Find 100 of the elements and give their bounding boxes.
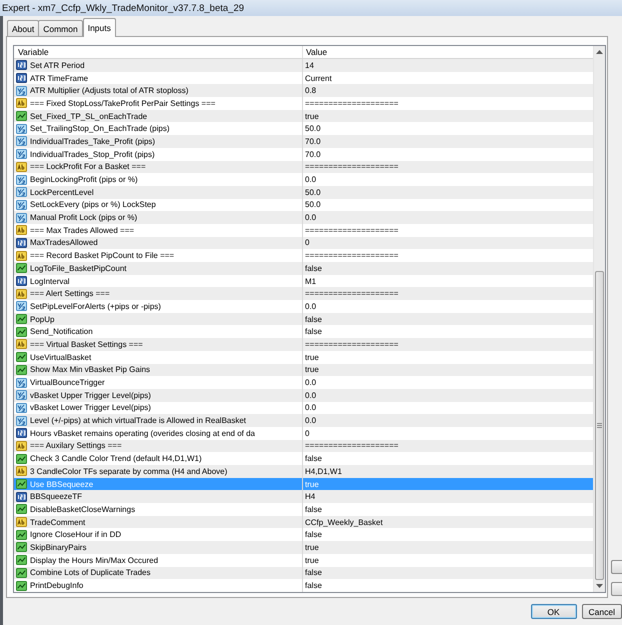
table-row[interactable]: Combine Lots of Duplicate Trades false xyxy=(14,566,593,580)
table-row[interactable]: Set ATR Period 14 xyxy=(14,59,593,72)
table-row[interactable]: === Alert Settings === ==================== xyxy=(14,287,593,300)
variable-label: ATR TimeFrame xyxy=(30,74,88,83)
window-title: Expert - xm7_Ccfp_Wkly_TradeMonitor_v37.7.8_beta_29 xyxy=(2,2,244,14)
variable-label: SetPipLevelForAlerts (+pips or -pips) xyxy=(30,302,161,311)
side-button[interactable] xyxy=(611,560,622,574)
variable-label: === Record Basket PipCount to File === xyxy=(30,251,174,260)
value-text: true xyxy=(305,480,319,489)
variable-label: Use BBSequeeze xyxy=(30,480,94,489)
table-row[interactable]: PopUp false xyxy=(14,312,593,326)
table-row[interactable]: === Auxilary Settings === ==================== xyxy=(14,440,593,452)
value-text: false xyxy=(305,454,322,464)
table-row[interactable]: === LockProfit For a Basket === ==================== xyxy=(14,160,593,174)
table-row[interactable]: SkipBinaryPairs true xyxy=(14,541,593,554)
tab[interactable]: Inputs xyxy=(82,18,116,37)
table-row[interactable]: LogInterval M1 xyxy=(14,274,593,288)
variable-label: LockPercentLevel xyxy=(30,188,94,197)
dialog-button[interactable]: OK xyxy=(530,604,577,619)
variable-label: Display the Hours Min/Max Occured xyxy=(30,556,158,565)
table-row[interactable]: ATR TimeFrame Current xyxy=(14,72,593,84)
dialog-button[interactable]: Cancel xyxy=(582,604,622,619)
variable-label: LogToFile_BasketPipCount xyxy=(30,264,127,273)
side-button[interactable] xyxy=(611,582,622,596)
variable-label: === Max Trades Allowed === xyxy=(30,226,134,235)
number-tile-icon xyxy=(16,492,27,502)
fraction-tile-icon xyxy=(16,390,27,400)
column-header: Variable xyxy=(18,47,49,57)
caret-up-icon xyxy=(596,50,603,54)
value-text: 0 xyxy=(305,428,310,438)
value-text: M1 xyxy=(305,276,316,286)
variable-label: === Virtual Basket Settings === xyxy=(30,340,143,349)
tab[interactable]: About xyxy=(7,20,40,36)
chart-tile-icon xyxy=(16,479,27,490)
table-row[interactable]: TradeComment CCfp_Weekly_Basket xyxy=(14,516,593,528)
value-text: 50.0 xyxy=(305,200,321,210)
value-text: ==================== xyxy=(305,340,398,349)
table-row[interactable]: === Virtual Basket Settings === ==================== xyxy=(14,338,593,351)
chart-tile-icon xyxy=(16,568,27,578)
table-row[interactable]: Set_Fixed_TP_SL_onEachTrade true xyxy=(14,110,593,122)
variable-label: === Fixed StopLoss/TakeProfit PerPair Settings === xyxy=(30,98,216,108)
table-row[interactable]: MaxTradesAllowed 0 xyxy=(14,236,593,250)
variable-label: Send_Notification xyxy=(30,327,93,336)
variable-label: VirtualBounceTrigger xyxy=(30,378,105,388)
variable-label: Manual Profit Lock (pips or %) xyxy=(30,213,138,222)
table-row[interactable]: BBSqueezeTF H4 xyxy=(14,490,593,504)
fraction-tile-icon xyxy=(16,301,27,312)
value-text: false xyxy=(305,530,322,540)
variable-label: === Auxilary Settings === xyxy=(30,441,122,450)
value-text: H4,D1,W1 xyxy=(305,466,342,476)
variable-label: Set_Fixed_TP_SL_onEachTrade xyxy=(30,112,148,121)
scrollbar[interactable] xyxy=(593,46,605,592)
variable-label: Set ATR Period xyxy=(30,60,85,70)
variable-label: PrintDebugInfo xyxy=(30,581,84,590)
value-text: 70.0 xyxy=(305,150,321,159)
table-row[interactable]: 3 CandleColor TFs separate by comma (H4 and Above) H4,D1,W1 xyxy=(14,465,593,478)
table-row[interactable]: IndividualTrades_Take_Profit (pips) 70.0 xyxy=(14,135,593,148)
value-text: 14 xyxy=(305,60,314,70)
chart-tile-icon xyxy=(16,530,27,540)
variable-label: SkipBinaryPairs xyxy=(30,542,86,552)
table-row[interactable]: SetLockEvery (pips or %) LockStep 50.0 xyxy=(14,198,593,212)
value-text: false xyxy=(305,581,322,590)
value-text: ==================== xyxy=(305,226,398,235)
fraction-tile-icon xyxy=(16,124,27,134)
value-text: 50.0 xyxy=(305,188,321,197)
table-row[interactable]: LockPercentLevel 50.0 xyxy=(14,186,593,199)
table-row[interactable]: vBasket Upper Trigger Level(pips) 0.0 xyxy=(14,388,593,402)
chart-tile-icon xyxy=(16,454,27,464)
scroll-thumb[interactable] xyxy=(595,270,604,580)
fraction-tile-icon xyxy=(16,86,27,96)
variable-label: Hours vBasket remains operating (overides closing at end of da xyxy=(30,428,256,438)
variable-label: IndividualTrades_Stop_Profit (pips) xyxy=(30,150,155,159)
fraction-tile-icon xyxy=(16,136,27,146)
value-text: 0.8 xyxy=(305,86,316,96)
value-text: 0.0 xyxy=(305,302,316,311)
value-text: ==================== xyxy=(305,441,398,450)
number-tile-icon xyxy=(16,73,27,84)
table-row[interactable]: Manual Profit Lock (pips or %) 0.0 xyxy=(14,211,593,224)
text-tile-icon xyxy=(16,250,27,261)
text-tile-icon xyxy=(16,225,27,236)
value-text: false xyxy=(305,314,322,324)
table-row[interactable]: vBasket Lower Trigger Level(pips) 0.0 xyxy=(14,402,593,414)
text-tile-icon xyxy=(16,440,27,451)
table-row[interactable]: LogToFile_BasketPipCount false xyxy=(14,262,593,275)
fraction-tile-icon xyxy=(16,187,27,198)
text-tile-icon xyxy=(16,339,27,350)
fraction-tile-icon xyxy=(16,174,27,185)
table-row[interactable]: Show Max Min vBasket Pip Gains true xyxy=(14,364,593,376)
value-text: ==================== xyxy=(305,251,398,260)
number-tile-icon xyxy=(16,428,27,438)
variable-label: Show Max Min vBasket Pip Gains xyxy=(30,365,150,374)
table-row[interactable]: ATR Multiplier (Adjusts total of ATR stoploss) 0.8 xyxy=(14,84,593,98)
grip-icon xyxy=(597,422,602,428)
tab[interactable]: Common xyxy=(38,20,83,36)
value-text: true xyxy=(305,556,319,565)
value-text: ==================== xyxy=(305,162,398,172)
variable-label: === Alert Settings === xyxy=(30,289,110,298)
table-row[interactable]: Level (+/-pips) at which virtualTrade is Allowed in RealBasket 0.0 xyxy=(14,414,593,427)
chart-tile-icon xyxy=(16,364,27,375)
variable-label: LogInterval xyxy=(30,276,70,286)
